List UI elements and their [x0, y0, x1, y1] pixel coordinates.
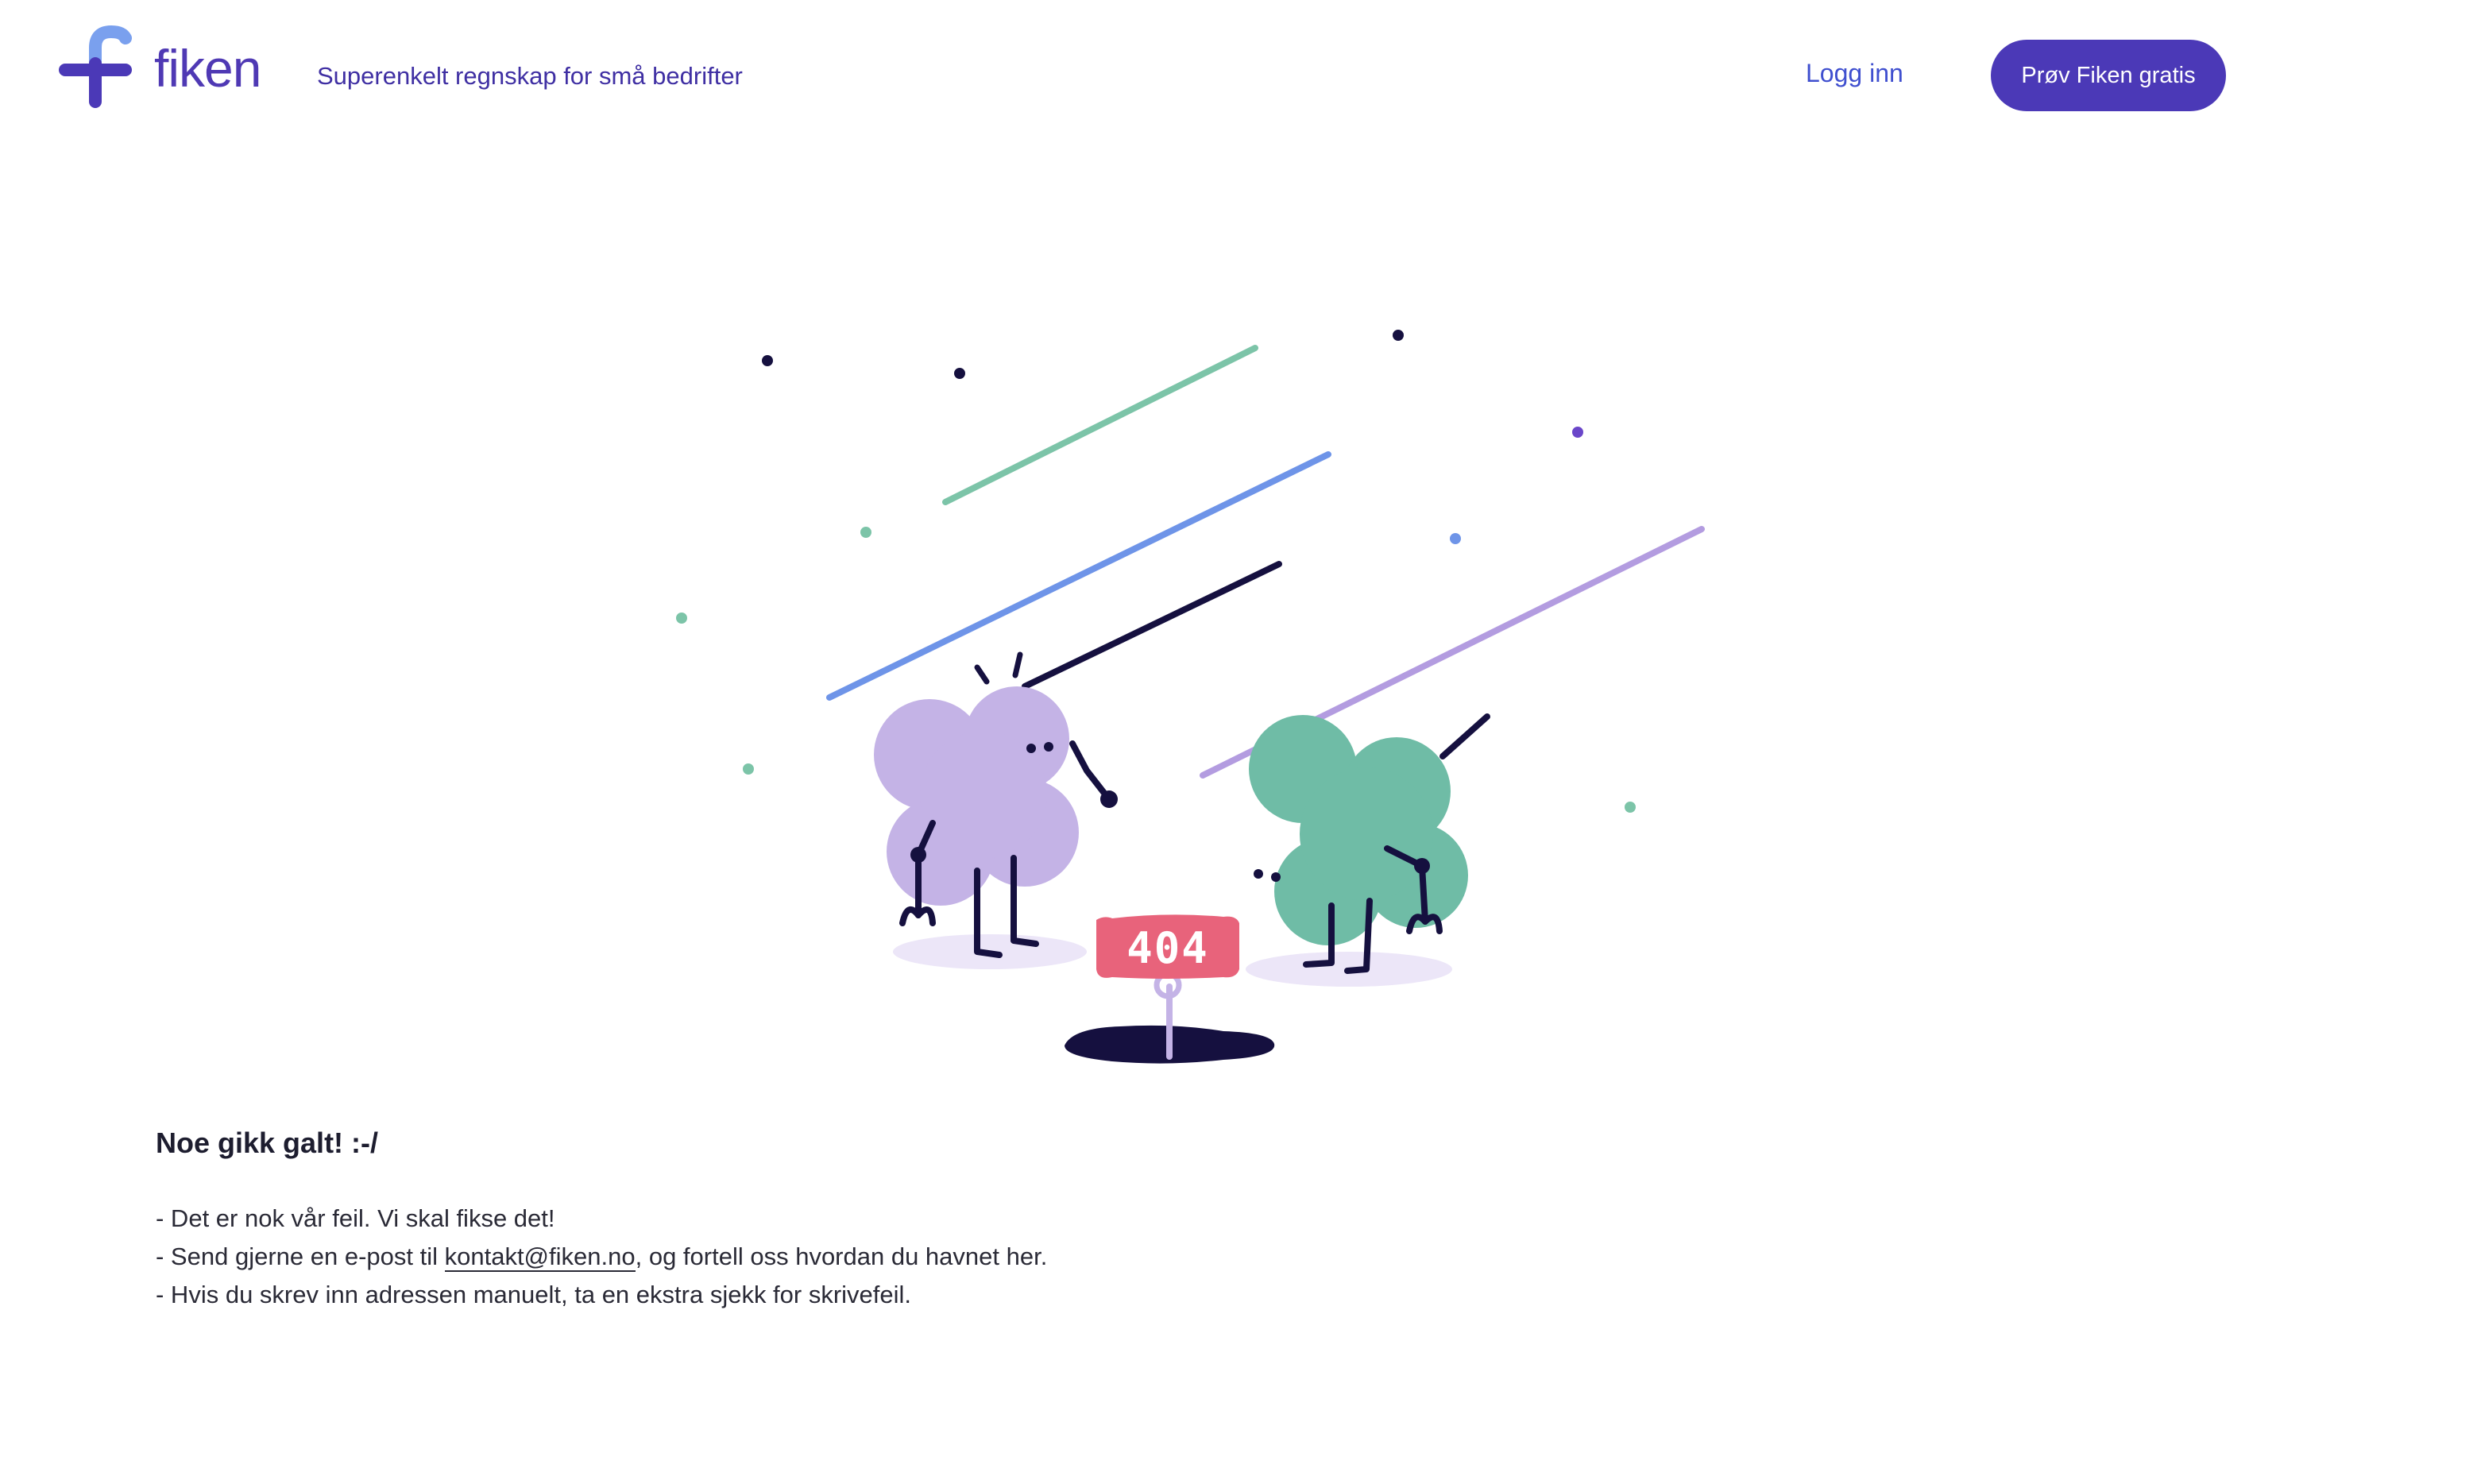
page: fiken Superenkelt regnskap for små bedri…	[0, 0, 2477, 1484]
404-badge-text: 404	[1126, 923, 1209, 973]
login-link[interactable]: Logg inn	[1806, 59, 1903, 88]
404-sign: 404	[1065, 914, 1275, 1064]
logo-wordmark: fiken	[154, 39, 261, 98]
contact-email-link[interactable]: kontakt@fiken.no	[444, 1242, 636, 1272]
error-illustration: 404	[676, 330, 1705, 1064]
logo-link[interactable]: fiken	[59, 25, 261, 111]
fiken-plus-logo-icon	[59, 25, 132, 108]
message-line-2: - Send gjerne en e-post til kontakt@fike…	[156, 1238, 1047, 1276]
try-free-button[interactable]: Prøv Fiken gratis	[1991, 40, 2226, 111]
message-line-2-prefix: - Send gjerne en e-post til	[156, 1242, 445, 1270]
green-character	[1246, 715, 1468, 987]
surprise-marks	[974, 651, 1023, 685]
error-heading: Noe gikk galt! :-/	[156, 1127, 379, 1159]
message-line-3: - Hvis du skrev inn adressen manuelt, ta…	[156, 1281, 912, 1308]
lavender-character	[874, 686, 1118, 969]
tagline: Superenkelt regnskap for små bedrifter	[317, 62, 743, 90]
confetti-dots	[676, 330, 1636, 813]
message-line-2-suffix: , og fortell oss hvordan du havnet her.	[635, 1242, 1048, 1270]
message-line-1: - Det er nok vår feil. Vi skal fikse det…	[156, 1204, 555, 1232]
error-message: - Det er nok vår feil. Vi skal fikse det…	[156, 1200, 1047, 1314]
